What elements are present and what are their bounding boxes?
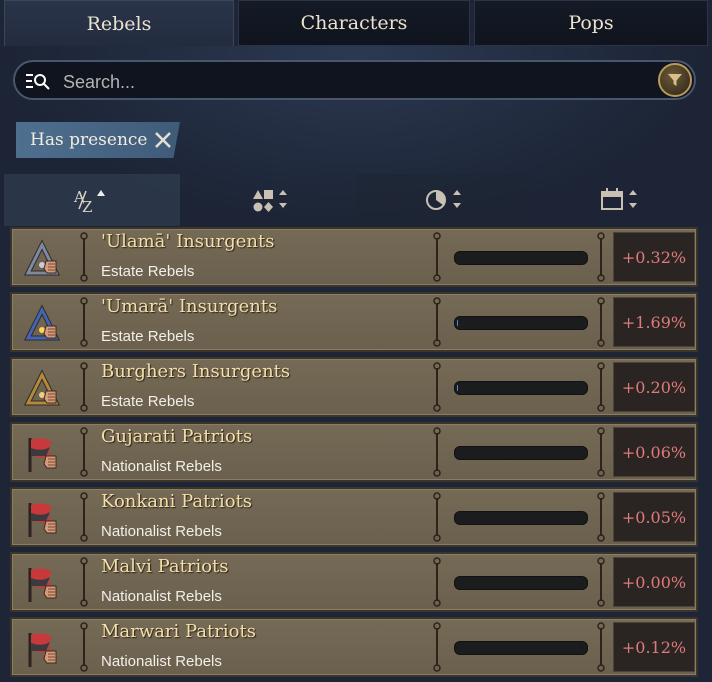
svg-text:Z: Z (82, 198, 92, 215)
nationalist-flag-fist-icon (24, 499, 64, 539)
progress-bar (454, 381, 588, 395)
rebel-name: 'Umarā' Insurgents (101, 296, 278, 317)
sort-alphabetical-icon: A Z (73, 188, 105, 215)
progress-bar-fill (457, 385, 458, 391)
progress-bar (454, 446, 588, 460)
divider-ornament (433, 427, 441, 477)
close-icon[interactable] (154, 131, 172, 149)
rebel-row[interactable]: Burghers Insurgents Estate Rebels +0.20% (10, 357, 698, 417)
divider-ornament (80, 362, 88, 412)
rebel-row[interactable]: Malvi Patriots Nationalist Rebels +0.00% (10, 552, 698, 612)
sort-type-icon (253, 190, 287, 212)
rebel-progress-value: +1.69% (613, 297, 695, 347)
estate-umara-fist-icon (23, 304, 64, 344)
divider-ornament (80, 622, 88, 672)
divider-ornament (80, 557, 88, 607)
sort-controls: A Z (4, 174, 708, 226)
progress-bar (454, 316, 588, 330)
divider-ornament (433, 362, 441, 412)
rebel-type: Nationalist Rebels (101, 653, 222, 670)
progress-bar (454, 251, 588, 265)
divider-ornament (433, 232, 441, 282)
tab-pops[interactable]: Pops (474, 0, 708, 46)
filter-chip-label: Has presence (30, 130, 148, 150)
filter-button[interactable] (658, 63, 692, 97)
search-icon (26, 74, 50, 90)
rebel-progress-value: +0.06% (613, 427, 695, 477)
divider-ornament (597, 557, 605, 607)
rebel-progress-value: +0.20% (613, 362, 695, 412)
divider-ornament (597, 427, 605, 477)
estate-ulama-fist-icon (23, 239, 64, 279)
rebel-type: Nationalist Rebels (101, 588, 222, 605)
divider-ornament (80, 492, 88, 542)
divider-ornament (597, 297, 605, 347)
tab-bar: Rebels Characters Pops (0, 0, 712, 46)
rebel-row[interactable]: 'Ulamā' Insurgents Estate Rebels +0.32% (10, 227, 698, 287)
progress-bar (454, 641, 588, 655)
progress-bar (454, 511, 588, 525)
rebel-progress-value: +0.05% (613, 492, 695, 542)
rebel-name: Konkani Patriots (101, 491, 253, 512)
funnel-icon (668, 74, 682, 86)
rebel-type: Estate Rebels (101, 328, 195, 345)
divider-ornament (433, 622, 441, 672)
rebel-name: Marwari Patriots (101, 621, 256, 642)
progress-bar (454, 576, 588, 590)
divider-ornament (597, 492, 605, 542)
rebel-row[interactable]: Konkani Patriots Nationalist Rebels +0.05% (10, 487, 698, 547)
divider-ornament (80, 427, 88, 477)
estate-burghers-fist-icon (23, 369, 64, 409)
rebel-progress-value: +0.00% (613, 557, 695, 607)
rebel-row[interactable]: Gujarati Patriots Nationalist Rebels +0.06… (10, 422, 698, 482)
sort-progress-icon (426, 190, 461, 210)
nationalist-flag-fist-icon (24, 434, 64, 474)
divider-ornament (433, 557, 441, 607)
rebel-name: Malvi Patriots (101, 556, 229, 577)
filter-chip-has-presence[interactable]: Has presence (16, 122, 180, 158)
rebel-name: Gujarati Patriots (101, 426, 253, 447)
rebel-type: Nationalist Rebels (101, 523, 222, 540)
sort-progress-button[interactable] (356, 174, 532, 226)
progress-bar-fill (457, 320, 458, 326)
rebel-type: Estate Rebels (101, 263, 195, 280)
rebel-type: Nationalist Rebels (101, 458, 222, 475)
nationalist-flag-fist-icon (24, 629, 64, 669)
rebel-progress-value: +0.12% (613, 622, 695, 672)
divider-ornament (597, 232, 605, 282)
divider-ornament (433, 492, 441, 542)
rebel-row[interactable]: Marwari Patriots Nationalist Rebels +0.12% (10, 617, 698, 677)
rebel-type: Estate Rebels (101, 393, 195, 410)
sort-type-button[interactable] (182, 174, 358, 226)
nationalist-flag-fist-icon (24, 564, 64, 604)
divider-ornament (80, 297, 88, 347)
tab-rebels[interactable]: Rebels (4, 0, 234, 46)
divider-ornament (597, 622, 605, 672)
rebel-name: Burghers Insurgents (101, 361, 291, 382)
tab-characters[interactable]: Characters (238, 0, 470, 46)
sort-date-button[interactable] (532, 174, 708, 226)
divider-ornament (597, 362, 605, 412)
sort-date-icon (601, 188, 637, 210)
divider-ornament (433, 297, 441, 347)
rebel-progress-value: +0.32% (613, 232, 695, 282)
rebel-name: 'Ulamā' Insurgents (101, 231, 275, 252)
sort-alphabetical-button[interactable]: A Z (4, 174, 180, 226)
divider-ornament (80, 232, 88, 282)
rebel-row[interactable]: 'Umarā' Insurgents Estate Rebels +1.69% (10, 292, 698, 352)
search-input[interactable] (61, 69, 655, 95)
search-bar (13, 60, 696, 100)
